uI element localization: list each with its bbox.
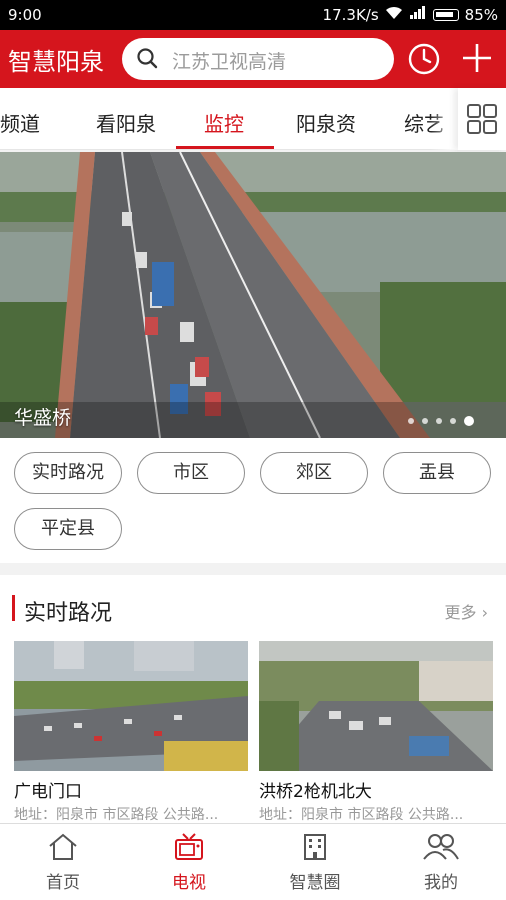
chip-realtime-traffic[interactable]: 实时路况 [14, 452, 122, 494]
status-right: 17.3K/s 85% [323, 6, 498, 24]
camera-card[interactable]: 广电门口 地址：阳泉市 市区路段 公共路... [14, 641, 248, 824]
banner-caption: 华盛桥 [14, 407, 72, 429]
pagination-dot [450, 418, 456, 424]
camera-banner[interactable]: 华盛桥 [0, 152, 506, 438]
nav-smart-circle[interactable]: 智慧圈 [252, 832, 378, 893]
pagination-dot [422, 418, 428, 424]
wifi-icon [385, 6, 403, 24]
tab-monitor[interactable]: 监控 [204, 108, 244, 137]
tv-icon [175, 833, 203, 860]
chip-pingding-county[interactable]: 平定县 [14, 508, 122, 550]
chevron-right-icon: › [481, 603, 488, 622]
camera-name: 广电门口 [14, 782, 82, 802]
grid-icon [467, 104, 497, 134]
add-icon[interactable] [460, 41, 494, 75]
pagination-dot-active [464, 416, 474, 426]
battery-icon [432, 9, 459, 21]
tab-grid-button[interactable] [458, 88, 506, 150]
pagination-dot [436, 418, 442, 424]
more-label: 更多 [444, 603, 477, 622]
search-placeholder: 江苏卫视高清 [172, 51, 287, 73]
chip-yu-county[interactable]: 盂县 [383, 452, 491, 494]
building-icon [304, 834, 326, 860]
home-icon [49, 833, 77, 860]
camera-thumbnail [259, 641, 493, 771]
tab-watch-yangquan[interactable]: 看阳泉 [96, 108, 156, 137]
active-tab-indicator [176, 146, 274, 149]
channel-tabs: 频道 看阳泉 监控 阳泉资 综艺 [0, 88, 506, 150]
area-filter-chips: 实时路况 市区 郊区 盂县 平定县 [0, 438, 506, 563]
more-link[interactable]: 更多 › [444, 599, 488, 623]
network-speed: 17.3K/s [322, 6, 379, 24]
search-icon [137, 48, 158, 69]
nav-label: 电视 [172, 873, 206, 893]
bottom-navigation: 首页 电视 智慧圈 我的 [0, 823, 506, 900]
tab-yangquan-info[interactable]: 阳泉资 [296, 108, 356, 137]
camera-name: 洪桥2枪机北大 [259, 782, 372, 802]
section-title: 实时路况 [24, 601, 113, 626]
camera-address: 地址：阳泉市 市区路段 公共路... [259, 807, 464, 823]
nav-home[interactable]: 首页 [0, 832, 126, 893]
camera-card[interactable]: 洪桥2枪机北大 地址：阳泉市 市区路段 公共路... [259, 641, 493, 824]
nav-label: 首页 [46, 873, 80, 893]
section-accent-bar [12, 595, 15, 621]
tabs-fade [430, 88, 458, 150]
search-bar[interactable]: 江苏卫视高清 [122, 38, 394, 80]
status-time: 9:00 [8, 6, 42, 24]
tab-channel[interactable]: 频道 [0, 108, 40, 137]
nav-label: 智慧圈 [289, 873, 341, 893]
bridge-camera-image [0, 152, 506, 438]
history-clock-icon[interactable] [408, 43, 440, 75]
banner-pagination [408, 416, 474, 426]
camera-address: 地址：阳泉市 市区路段 公共路... [14, 807, 219, 823]
app-title: 智慧阳泉 [8, 48, 104, 76]
realtime-traffic-section: 实时路况 更多 › 广电门口 地址：阳泉市 市区路段 公共路... 洪桥2枪机北… [0, 575, 506, 823]
people-icon [423, 834, 459, 860]
battery-level: 85% [464, 6, 498, 24]
pagination-dot [408, 418, 414, 424]
camera-thumbnail [14, 641, 248, 771]
chip-urban[interactable]: 市区 [137, 452, 245, 494]
chip-suburb[interactable]: 郊区 [260, 452, 368, 494]
app-header: 智慧阳泉 江苏卫视高清 [0, 30, 506, 88]
nav-mine[interactable]: 我的 [378, 832, 504, 893]
nav-tv[interactable]: 电视 [126, 832, 252, 893]
status-bar: 9:00 17.3K/s 85% [0, 0, 506, 30]
signal-icon [409, 6, 427, 24]
nav-label: 我的 [424, 873, 458, 893]
